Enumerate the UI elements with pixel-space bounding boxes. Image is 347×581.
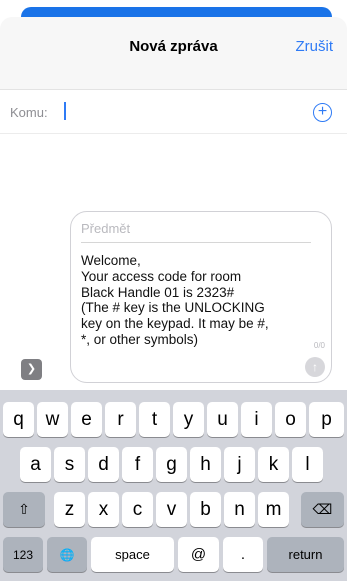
space-key[interactable]: space <box>91 537 174 572</box>
compose-header: Nová zpráva Zrušit <box>0 17 347 90</box>
key-q[interactable]: q <box>3 402 34 437</box>
globe-icon[interactable]: 🌐 <box>47 537 87 572</box>
text-cursor <box>64 102 66 120</box>
key-r[interactable]: r <box>105 402 136 437</box>
key-e[interactable]: e <box>71 402 102 437</box>
apps-chevron-icon[interactable]: ❯ <box>21 359 42 380</box>
at-key[interactable]: @ <box>178 537 219 572</box>
cancel-button[interactable]: Zrušit <box>296 38 334 55</box>
key-w[interactable]: w <box>37 402 68 437</box>
recipient-label: Komu: <box>10 105 48 120</box>
key-z[interactable]: z <box>54 492 85 527</box>
key-m[interactable]: m <box>258 492 289 527</box>
key-a[interactable]: a <box>20 447 51 482</box>
key-g[interactable]: g <box>156 447 187 482</box>
key-d[interactable]: d <box>88 447 119 482</box>
add-recipient-icon[interactable]: + <box>313 103 332 122</box>
key-v[interactable]: v <box>156 492 187 527</box>
dot-key[interactable]: . <box>223 537 263 572</box>
key-j[interactable]: j <box>224 447 255 482</box>
key-y[interactable]: y <box>173 402 204 437</box>
message-compose-box[interactable]: Předmět Welcome, Your access code for ro… <box>70 211 332 383</box>
key-l[interactable]: l <box>292 447 323 482</box>
delete-icon[interactable]: ⌫ <box>301 492 344 527</box>
return-key[interactable]: return <box>267 537 344 572</box>
key-t[interactable]: t <box>139 402 170 437</box>
key-c[interactable]: c <box>122 492 153 527</box>
key-o[interactable]: o <box>275 402 306 437</box>
send-arrow-icon[interactable]: ↑ <box>305 357 325 377</box>
message-line: (The # key is the UNLOCKING <box>81 300 265 316</box>
subject-field[interactable]: Předmět <box>81 219 311 243</box>
message-line: *, or other symbols) <box>81 331 199 347</box>
recipient-field[interactable]: Komu: <box>0 90 347 134</box>
message-body[interactable]: Welcome, Your access code for room Black… <box>81 253 306 348</box>
key-n[interactable]: n <box>224 492 255 527</box>
key-f[interactable]: f <box>122 447 153 482</box>
key-u[interactable]: u <box>207 402 238 437</box>
keyboard: q w e r t y u i o p a s d f g h j k l ⇧ … <box>0 390 347 581</box>
key-x[interactable]: x <box>88 492 119 527</box>
message-line: Welcome, <box>81 253 141 268</box>
message-line: Black Handle 01 is 2323# <box>81 284 235 300</box>
key-b[interactable]: b <box>190 492 221 527</box>
numbers-key[interactable]: 123 <box>3 537 43 572</box>
shift-icon[interactable]: ⇧ <box>3 492 45 527</box>
key-s[interactable]: s <box>54 447 85 482</box>
key-k[interactable]: k <box>258 447 289 482</box>
key-h[interactable]: h <box>190 447 221 482</box>
key-i[interactable]: i <box>241 402 272 437</box>
key-p[interactable]: p <box>309 402 344 437</box>
character-counter: 0/0 <box>313 341 325 350</box>
message-line: Your access code for room <box>81 268 242 284</box>
message-line: key on the keypad. It may be #, <box>81 316 269 332</box>
